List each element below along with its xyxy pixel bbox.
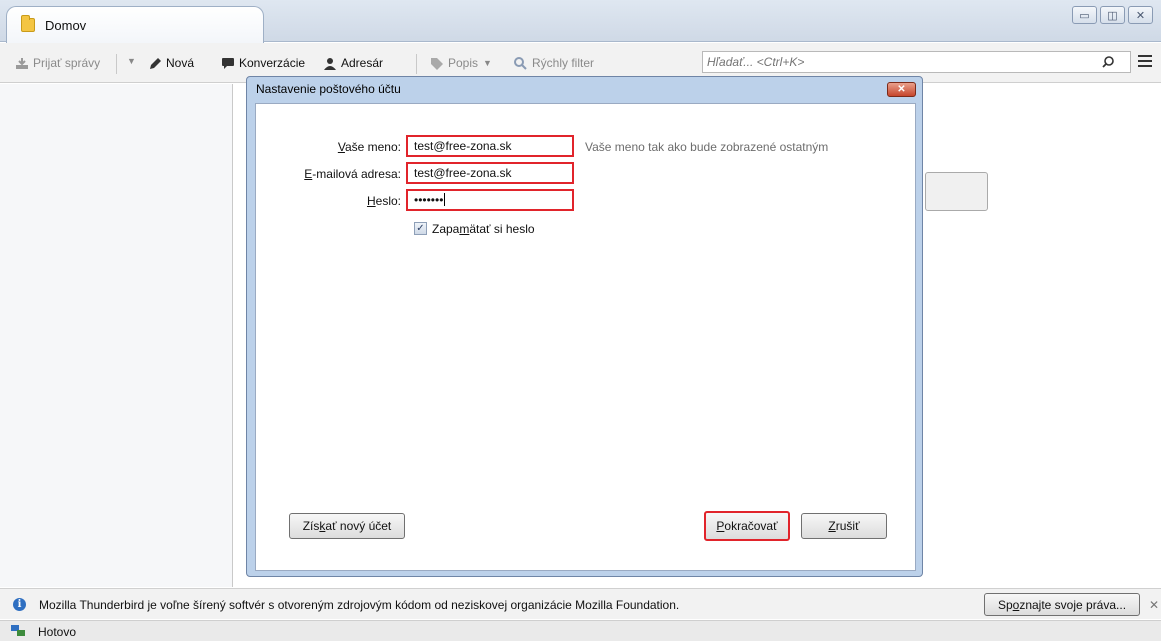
minimize-button[interactable]: ▭: [1072, 6, 1097, 24]
contacts-icon: [324, 57, 336, 70]
status-text: Hotovo: [38, 625, 77, 639]
get-messages-label: Prijať správy: [33, 56, 101, 70]
window-controls: ▭ ◫ ✕: [1072, 6, 1153, 24]
password-field[interactable]: •••••••: [406, 189, 574, 211]
close-window-button[interactable]: ✕: [1128, 6, 1153, 24]
remember-password-checkbox[interactable]: ✓: [414, 222, 427, 235]
name-field[interactable]: test@free-zona.sk: [406, 135, 574, 157]
checkmark-icon: ✓: [416, 223, 425, 234]
pencil-icon: [150, 57, 161, 69]
dialog-title: Nastavenie poštového účtu: [256, 82, 401, 96]
dialog-body: Vaše meno: test@free-zona.sk Vaše meno t…: [255, 103, 916, 571]
get-messages-dropdown[interactable]: ▼: [122, 56, 136, 66]
address-book-button[interactable]: Adresár: [323, 56, 383, 70]
background-panel: [925, 172, 988, 211]
address-book-label: Adresár: [341, 56, 384, 70]
folder-icon: [21, 15, 35, 32]
name-value: test@free-zona.sk: [414, 139, 512, 153]
tab-strip: Domov ▭ ◫ ✕: [0, 0, 1161, 43]
chat-button[interactable]: Konverzácie: [221, 56, 305, 70]
tag-label: Popis: [448, 56, 479, 70]
chat-icon: [222, 57, 234, 69]
quick-filter-button[interactable]: Rýchly filter: [514, 56, 594, 70]
restore-button[interactable]: ◫: [1100, 6, 1125, 24]
know-your-rights-button[interactable]: Sp o znajte svoje práva...: [984, 593, 1140, 616]
get-new-account-button[interactable]: Zís k ať nový účet: [289, 513, 405, 539]
hamburger-menu-icon[interactable]: [1138, 55, 1152, 67]
tag-button[interactable]: Popis ▼: [430, 56, 492, 70]
dialog-close-button[interactable]: ✕: [887, 82, 916, 97]
tab-home-label: Domov: [45, 17, 87, 33]
notification-bar: i Mozilla Thunderbird je voľne šírený so…: [0, 588, 1161, 619]
email-label: E-mailová adresa:: [304, 167, 401, 181]
status-bar: Hotovo: [0, 620, 1161, 641]
info-icon: i: [13, 598, 26, 611]
tab-home[interactable]: Domov: [6, 6, 264, 43]
new-button[interactable]: Nová: [148, 56, 194, 70]
folder-pane: [0, 84, 233, 587]
quick-filter-label: Rýchly filter: [532, 56, 595, 70]
remember-password-label: Zapamätať si heslo: [432, 222, 535, 236]
close-icon: ✕: [897, 84, 906, 95]
email-value: test@free-zona.sk: [414, 166, 512, 180]
search-box[interactable]: [702, 51, 1131, 73]
chevron-down-icon: ▼: [483, 58, 492, 68]
new-label: Nová: [166, 56, 195, 70]
cancel-button[interactable]: Zrušiť: [801, 513, 887, 539]
search-input[interactable]: [707, 54, 1097, 70]
download-icon: [16, 57, 28, 69]
password-value: •••••••: [414, 193, 444, 207]
chevron-down-icon: ▼: [127, 56, 136, 66]
name-hint: Vaše meno tak ako bude zobrazené ostatný…: [585, 140, 829, 154]
toolbar-separator: [416, 54, 417, 74]
tag-icon: [431, 57, 443, 70]
toolbar-separator: [116, 54, 117, 74]
email-field[interactable]: test@free-zona.sk: [406, 162, 574, 184]
get-messages-button[interactable]: Prijať správy: [15, 56, 100, 70]
search-icon[interactable]: [1102, 56, 1114, 68]
password-label: Heslo:: [366, 194, 401, 208]
account-setup-dialog: Nastavenie poštového účtu ✕ Vaše meno: t…: [246, 76, 923, 577]
name-label: Vaše meno:: [337, 140, 401, 154]
network-status-icon: [11, 625, 25, 636]
notification-text: Mozilla Thunderbird je voľne šírený soft…: [39, 598, 680, 612]
continue-button[interactable]: Pokračovať: [704, 511, 790, 541]
magnifier-icon: [514, 56, 527, 70]
notification-close-icon[interactable]: ✕: [1149, 598, 1159, 612]
chat-label: Konverzácie: [239, 56, 306, 70]
